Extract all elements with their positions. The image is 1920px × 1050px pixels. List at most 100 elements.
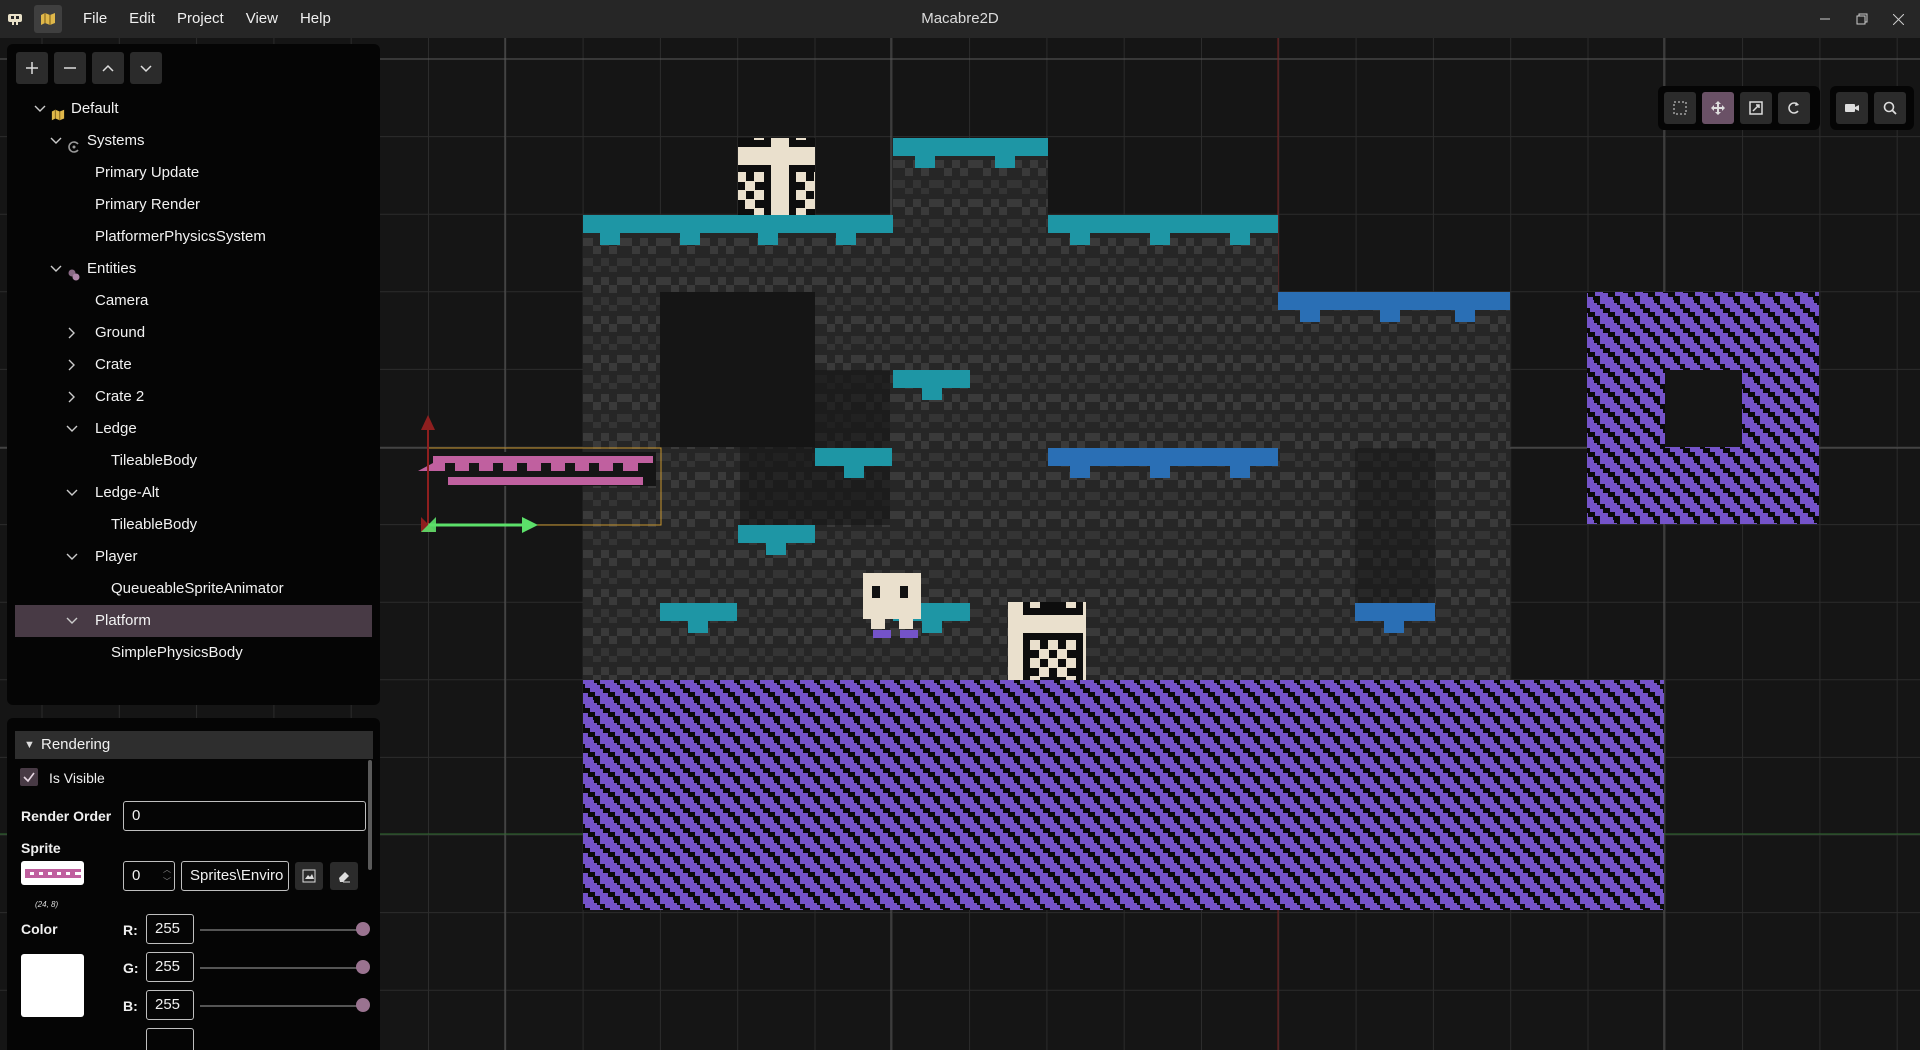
plus-icon — [26, 62, 38, 74]
title-bar: File Edit Project View Help Macabre2D — [0, 0, 1920, 38]
is-visible-label: Is Visible — [49, 770, 105, 786]
b-input[interactable]: 255 — [146, 990, 194, 1020]
tree-item-systems[interactable]: Systems — [7, 125, 380, 157]
scene-map-button[interactable] — [34, 5, 62, 33]
tree-item-simplephysicsbody[interactable]: SimplePhysicsBody — [7, 637, 380, 669]
chevron-right-icon[interactable] — [65, 317, 79, 349]
add-button[interactable] — [16, 52, 48, 84]
tree-item-entities[interactable]: Entities — [7, 253, 380, 285]
g-slider-track[interactable] — [200, 967, 363, 969]
ground[interactable] — [583, 680, 1664, 910]
tree-item-ledge[interactable]: Ledge — [7, 413, 380, 445]
crate-2[interactable] — [1008, 602, 1086, 680]
sprite-thumbnail-icon — [24, 869, 81, 878]
g-slider-knob[interactable] — [356, 960, 370, 974]
tree-item-ledge-alt[interactable]: Ledge-Alt — [7, 477, 380, 509]
tree-item-platform[interactable]: Platform — [15, 605, 372, 637]
move-down-button[interactable] — [130, 52, 162, 84]
menu-help[interactable]: Help — [289, 0, 342, 38]
scale-icon — [1749, 101, 1763, 115]
section-title: Rendering — [41, 736, 111, 753]
chevron-down-icon[interactable] — [49, 253, 63, 285]
scrollbar[interactable] — [368, 760, 372, 870]
tree-item-tileablebody[interactable]: TileableBody — [7, 509, 380, 541]
r-input[interactable]: 255 — [146, 914, 194, 944]
tree-item-label: TileableBody — [111, 516, 198, 533]
is-visible-checkbox[interactable] — [20, 768, 38, 786]
minus-icon — [64, 67, 76, 69]
tree-item-tileablebody[interactable]: TileableBody — [7, 445, 380, 477]
b-slider-track[interactable] — [200, 1005, 363, 1007]
a-input[interactable] — [146, 1028, 194, 1050]
close-icon[interactable] — [1878, 0, 1918, 38]
zoom-button[interactable] — [1874, 92, 1906, 124]
tree-item-label: Primary Render — [95, 196, 201, 213]
tree-item-crate[interactable]: Crate — [7, 349, 380, 381]
menu-view[interactable]: View — [235, 0, 289, 38]
sprite-path-input[interactable]: Sprites\Enviro — [181, 861, 289, 891]
tree-item-label: Player — [95, 548, 138, 565]
r-slider-track[interactable] — [200, 929, 363, 931]
move-up-button[interactable] — [92, 52, 124, 84]
clear-sprite-button[interactable] — [330, 862, 358, 890]
tree-item-player[interactable]: Player — [7, 541, 380, 573]
tree-item-primary-render[interactable]: Primary Render — [7, 189, 380, 221]
menu-file[interactable]: File — [72, 0, 118, 38]
camera-button[interactable] — [1836, 92, 1868, 124]
chevron-down-icon[interactable] — [65, 541, 79, 573]
color-swatch[interactable] — [21, 954, 84, 1017]
g-input[interactable]: 255 — [146, 952, 194, 982]
tree-item-queueablespriteanimator[interactable]: QueueableSpriteAnimator — [7, 573, 380, 605]
camera-toolbar — [1830, 86, 1914, 130]
tree-item-label: Ledge — [95, 420, 137, 437]
sprite-preview — [21, 861, 84, 885]
tree-item-camera[interactable]: Camera — [7, 285, 380, 317]
tree-item-default[interactable]: Default — [7, 93, 380, 125]
b-slider-knob[interactable] — [356, 998, 370, 1012]
chevron-down-icon[interactable] — [49, 125, 63, 157]
b-label: B: — [123, 998, 138, 1014]
restore-icon[interactable] — [1842, 0, 1882, 38]
tree-item-label: Primary Update — [95, 164, 200, 181]
sprite-index-value: 0 — [132, 867, 141, 884]
chevron-down-icon[interactable] — [65, 605, 79, 637]
crate[interactable] — [738, 138, 815, 215]
r-slider-knob[interactable] — [356, 922, 370, 936]
tree-item-label: Crate 2 — [95, 388, 145, 405]
chevron-down-icon[interactable] — [65, 477, 79, 509]
scene-tree: Default Systems Primary Update Primary Rend… — [7, 93, 380, 669]
menu-project[interactable]: Project — [166, 0, 235, 38]
scale-tool-button[interactable] — [1740, 92, 1772, 124]
chevron-right-icon[interactable] — [65, 349, 79, 381]
rotate-tool-button[interactable] — [1778, 92, 1810, 124]
menu-edit[interactable]: Edit — [118, 0, 166, 38]
tree-item-primary-update[interactable]: Primary Update — [7, 157, 380, 189]
tree-item-label: SimplePhysicsBody — [111, 644, 243, 661]
sprite-index-input[interactable]: 0 ︿ ﹀ — [123, 861, 175, 891]
render-order-input[interactable]: 0 — [123, 801, 366, 831]
x-arrow-icon — [522, 517, 538, 533]
tree-item-platformerphysicssystem[interactable]: PlatformerPhysicsSystem — [7, 221, 380, 253]
select-sprite-button[interactable] — [295, 862, 323, 890]
eraser-icon — [339, 872, 350, 883]
chevron-down-icon[interactable] — [65, 413, 79, 445]
tree-item-label: Camera — [95, 292, 149, 309]
tree-item-crate-2[interactable]: Crate 2 — [7, 381, 380, 413]
remove-button[interactable] — [54, 52, 86, 84]
chevron-up-icon — [102, 64, 114, 72]
chevron-down-icon[interactable] — [33, 93, 47, 125]
entities-icon — [67, 262, 81, 281]
tree-item-ground[interactable]: Ground — [7, 317, 380, 349]
translate-tool-button[interactable] — [1702, 92, 1734, 124]
ledge-alt[interactable] — [1587, 292, 1819, 524]
minimize-icon[interactable] — [1805, 0, 1845, 38]
tree-item-label: QueueableSpriteAnimator — [111, 580, 284, 597]
properties-panel: ▼ Rendering Is Visible Render Order 0 Sp… — [7, 718, 380, 1050]
sprite-label: Sprite — [21, 840, 61, 856]
stepper-arrows-icon[interactable]: ︿ ﹀ — [163, 864, 171, 888]
chevron-right-icon[interactable] — [65, 381, 79, 413]
tree-toolbar — [16, 52, 162, 84]
selection-tool-button[interactable] — [1664, 92, 1696, 124]
scene-tree-panel: Default Systems Primary Update Primary Rend… — [7, 44, 380, 705]
rendering-section-header[interactable]: ▼ Rendering — [15, 731, 373, 759]
